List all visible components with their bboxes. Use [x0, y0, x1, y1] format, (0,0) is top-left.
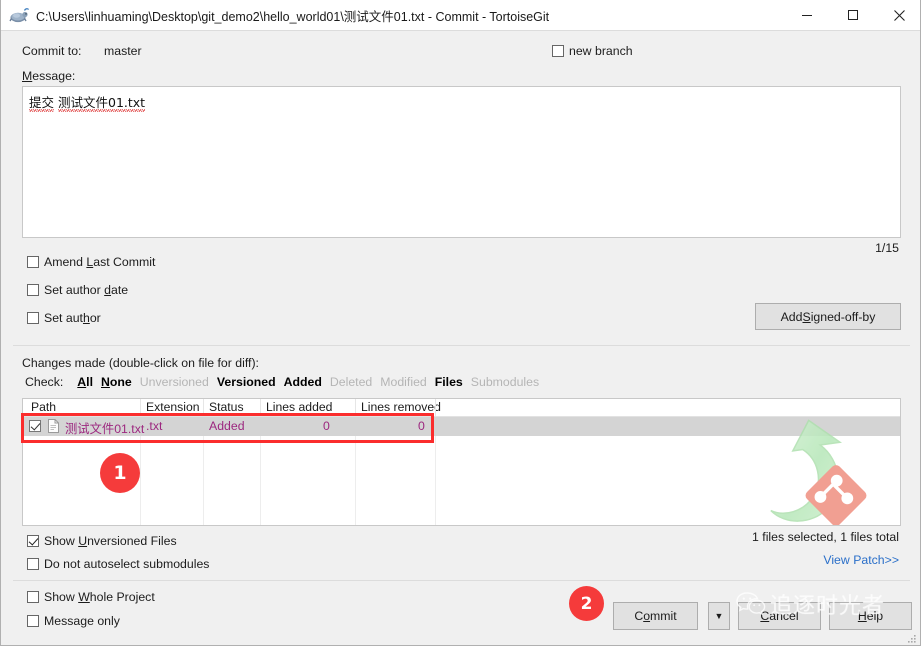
- filter-none[interactable]: None: [101, 375, 132, 389]
- tortoisegit-commit-window: C:\Users\linhuaming\Desktop\git_demo2\he…: [0, 0, 921, 646]
- message-only-checkbox[interactable]: Message only: [27, 614, 120, 628]
- filter-modified: Modified: [380, 375, 427, 389]
- message-only-label: Message only: [44, 614, 120, 628]
- new-branch-label: new branch: [569, 44, 633, 58]
- cell-extension: .txt: [146, 419, 163, 433]
- header-separator[interactable]: [260, 399, 261, 416]
- message-filename: 测试文件01.txt: [58, 95, 146, 112]
- help-button[interactable]: Help: [829, 602, 912, 630]
- cell-status: Added: [209, 419, 245, 433]
- column-header-lines-added[interactable]: Lines added: [266, 400, 332, 414]
- set-author-date-checkbox[interactable]: Set author date: [27, 283, 128, 297]
- filter-files[interactable]: Files: [435, 375, 463, 389]
- show-unversioned-files-checkbox[interactable]: Show Unversioned Files: [27, 534, 177, 548]
- cell-lines-removed: 0: [418, 419, 425, 433]
- filter-all[interactable]: All: [77, 375, 93, 389]
- minimize-button[interactable]: [784, 0, 830, 30]
- filter-deleted: Deleted: [329, 375, 373, 389]
- commit-dropdown-button[interactable]: ▼: [708, 602, 730, 630]
- checkbox-box: [27, 284, 39, 296]
- message-prefix: 提交: [29, 95, 55, 112]
- column-header-lines-removed[interactable]: Lines removed: [361, 400, 441, 414]
- section-divider: [13, 345, 910, 346]
- checkbox-box: [27, 615, 39, 627]
- checkbox-box: [27, 535, 39, 547]
- tortoisegit-icon: [8, 6, 30, 24]
- do-not-autoselect-submodules-label: Do not autoselect submodules: [44, 557, 210, 571]
- do-not-autoselect-submodules-checkbox[interactable]: Do not autoselect submodules: [27, 557, 209, 571]
- title-bar: C:\Users\linhuaming\Desktop\git_demo2\he…: [1, 0, 920, 31]
- checkbox-box: [27, 312, 39, 324]
- show-whole-project-label: Show Whole Project: [44, 590, 155, 604]
- annotation-badge-2: 2: [569, 586, 604, 621]
- commit-button[interactable]: Co mmit: [613, 602, 698, 630]
- checkbox-box: [27, 591, 39, 603]
- maximize-button[interactable]: [830, 0, 876, 30]
- set-author-date-label: Set author date: [44, 283, 129, 297]
- header-separator[interactable]: [355, 399, 356, 416]
- window-title: C:\Users\linhuaming\Desktop\git_demo2\he…: [36, 9, 550, 24]
- column-header-extension[interactable]: Extension: [146, 400, 200, 414]
- amend-last-commit-label: Amend Last Commit: [44, 255, 156, 269]
- column-header-path[interactable]: Path: [31, 400, 56, 414]
- show-whole-project-checkbox[interactable]: Show Whole Project: [27, 590, 155, 604]
- filter-submodules: Submodules: [470, 375, 540, 389]
- amend-last-commit-checkbox[interactable]: Amend Last Commit: [27, 255, 155, 269]
- view-patch-link[interactable]: View Patch>>: [823, 553, 899, 567]
- checkbox-box: [27, 256, 39, 268]
- commit-to-label: Commit to:: [22, 44, 82, 58]
- changes-made-title: Changes made (double-click on file for d…: [22, 356, 259, 370]
- close-button[interactable]: [876, 0, 920, 30]
- new-branch-checkbox[interactable]: new branch: [552, 44, 633, 58]
- file-icon: [48, 419, 59, 433]
- resize-grip[interactable]: [905, 631, 917, 643]
- cell-lines-added: 0: [323, 419, 330, 433]
- checkbox-box: [27, 558, 39, 570]
- set-author-label: Set author: [44, 311, 101, 325]
- message-label: Message:: [22, 69, 76, 83]
- header-separator[interactable]: [435, 399, 436, 416]
- add-signed-off-by-button[interactable]: Add Signed-off-by: [755, 303, 901, 330]
- file-list-header: Path Extension Status Lines added Lines …: [23, 399, 900, 417]
- check-filters: Check: All None Unversioned Versioned Ad…: [25, 375, 547, 389]
- column-header-status[interactable]: Status: [209, 400, 244, 414]
- show-unversioned-files-label: Show Unversioned Files: [44, 534, 177, 548]
- header-separator[interactable]: [203, 399, 204, 416]
- section-divider: [13, 580, 910, 581]
- header-separator[interactable]: [140, 399, 141, 416]
- commit-message-input[interactable]: 提交 测试文件01.txt: [22, 86, 901, 238]
- window-controls: [784, 0, 920, 30]
- filter-added[interactable]: Added: [284, 375, 322, 389]
- table-row[interactable]: 测试文件01.txt .txt Added 0 0: [23, 417, 900, 436]
- cell-path: 测试文件01.txt: [65, 422, 145, 436]
- file-list[interactable]: Path Extension Status Lines added Lines …: [22, 398, 901, 526]
- cancel-button[interactable]: Cancel: [738, 602, 821, 630]
- filter-unversioned: Unversioned: [139, 375, 209, 389]
- checkbox-box: [552, 45, 564, 57]
- branch-name: master: [104, 44, 142, 58]
- set-author-checkbox[interactable]: Set author: [27, 311, 101, 325]
- check-label: Check:: [25, 375, 64, 389]
- row-checkbox[interactable]: [29, 420, 41, 432]
- filter-versioned[interactable]: Versioned: [217, 375, 276, 389]
- file-count-status: 1 files selected, 1 files total: [752, 530, 899, 544]
- commit-message-text: 提交 测试文件01.txt: [29, 92, 146, 112]
- message-char-counter: 1/15: [875, 241, 899, 255]
- annotation-badge-1: 1: [100, 453, 140, 493]
